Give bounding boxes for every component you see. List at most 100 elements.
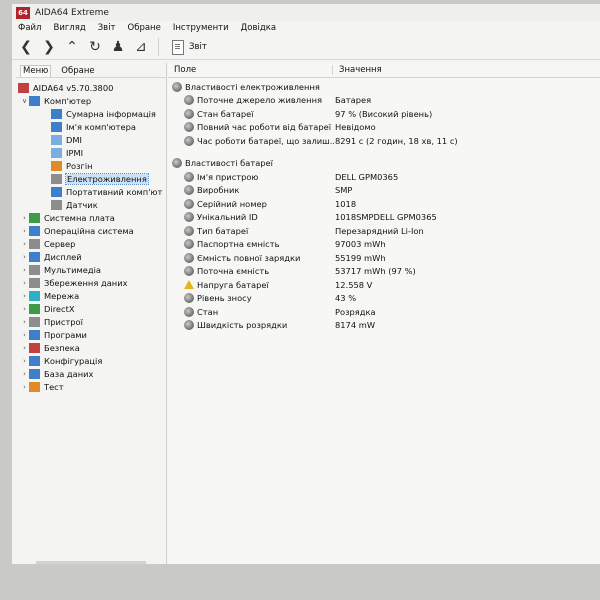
chevron-right-icon[interactable]: › [20,240,29,248]
chevron-right-icon[interactable]: › [20,344,29,352]
tree-item-label: Конфігурація [44,355,103,366]
tree-item-label: Електроживлення [65,172,149,185]
tree-item[interactable]: › Операційна система [16,224,166,237]
property-row[interactable]: Рівень зносу 43 % [168,292,600,306]
tree-item[interactable]: › Системна плата [16,211,166,224]
warning-icon [184,280,194,290]
menu-favorites[interactable]: Обране [128,23,161,33]
property-row[interactable]: Стан батареї 97 % (Високий рівень) [168,107,600,121]
chevron-right-icon[interactable]: › [20,331,29,339]
tree-item-label: Програми [44,329,87,340]
property-row[interactable]: Виробник SMP [168,184,600,198]
section-header[interactable]: Властивості електроживлення [168,80,600,94]
property-row[interactable]: Серійний номер 1018 [168,197,600,211]
menu-view[interactable]: Вигляд [53,23,85,33]
property-value: 1018 [335,198,357,209]
tree-item[interactable]: › Дисплей [16,250,166,263]
tree-item[interactable]: › Програми [16,328,166,341]
chevron-right-icon[interactable]: › [20,253,29,261]
chevron-right-icon[interactable]: › [20,279,29,287]
tree-item[interactable]: Ім'я комп'ютера [16,120,166,133]
navigation-tree: AIDA64 v5.70.3800 ∨ Комп'ютер Сумарна інфор… [16,78,166,393]
property-row[interactable]: Тип батареї Перезарядний Li-Ion [168,224,600,238]
tree-item[interactable]: Портативний комп'ют [16,185,166,198]
tab-menu[interactable]: Меню [20,65,52,77]
tree-item[interactable]: › Тест [16,380,166,393]
users-icon[interactable]: ♟ [110,39,126,55]
property-name: Тип батареї [197,225,249,236]
tree-node-icon [29,238,40,249]
property-row[interactable]: Поточна ємність 53717 mWh (97 %) [168,265,600,279]
column-field[interactable]: Поле [168,65,333,75]
chevron-right-icon[interactable]: › [20,266,29,274]
chevron-right-icon[interactable]: › [20,214,29,222]
power-property-icon [184,266,194,277]
property-value: SMP [335,185,353,196]
menu-file[interactable]: Файл [18,23,41,33]
power-property-icon [184,95,194,106]
column-value[interactable]: Значення [333,65,382,75]
tree-item[interactable]: › Пристрої [16,315,166,328]
tree-item[interactable]: AIDA64 v5.70.3800 [16,81,166,94]
menu-help[interactable]: Довідка [241,23,276,33]
tree-node-icon [51,186,62,197]
menu-report[interactable]: Звіт [98,23,116,33]
tree-item[interactable]: Розгін [16,159,166,172]
property-name: Повний час роботи від батареї [197,122,331,133]
property-row[interactable]: Поточне джерело живлення Батарея [168,94,600,108]
forward-icon[interactable]: ❯ [41,39,57,55]
property-row[interactable]: Повний час роботи від батареї Невідомо [168,121,600,135]
tree-item[interactable]: › Безпека [16,341,166,354]
property-row[interactable]: Швидкість розрядки 8174 mW [168,319,600,333]
property-row[interactable]: Унікальний ID 1018SMPDELL GPM0365 [168,211,600,225]
property-row[interactable]: Стан Розрядка [168,305,600,319]
tree-item[interactable]: ∨ Комп'ютер [16,94,166,107]
chevron-right-icon[interactable]: › [20,318,29,326]
up-icon[interactable]: ⌃ [64,39,80,55]
tree-item[interactable]: DMI [16,133,166,146]
tree-item[interactable]: Сумарна інформація [16,107,166,120]
tree-node-icon [29,290,40,301]
property-value: 53717 mWh (97 %) [335,266,416,277]
property-row[interactable]: Час роботи батареї, що залиш... 8291 с (2… [168,134,600,148]
property-field: Стан батареї [168,108,334,119]
property-row[interactable]: Напруга батареї 12.558 V [168,278,600,292]
menu-tools[interactable]: Інструменти [173,23,229,33]
property-field: Рівень зносу [168,293,334,304]
tree-item[interactable]: › Збереження даних [16,276,166,289]
chevron-down-icon[interactable]: ∨ [20,97,29,105]
property-row[interactable]: Ім'я пристрою DELL GPM0365 [168,170,600,184]
column-header: Поле Значення [168,63,600,78]
chevron-right-icon[interactable]: › [20,292,29,300]
tree-item[interactable]: Електроживлення [16,172,166,185]
tree-item[interactable]: › Сервер [16,237,166,250]
tree-item[interactable]: Датчик [16,198,166,211]
chevron-right-icon[interactable]: › [20,383,29,391]
property-name: Ім'я пристрою [197,171,259,182]
tree-item[interactable]: › Конфігурація [16,354,166,367]
power-property-icon [184,252,194,263]
tree-item-label: Сервер [44,238,76,249]
property-name: Паспортна ємність [197,239,280,250]
property-row[interactable]: Ємність повної зарядки 55199 mWh [168,251,600,265]
tree-item[interactable]: IPMI [16,146,166,159]
tree-item[interactable]: › Мережа [16,289,166,302]
tab-favorites[interactable]: Обране [59,66,96,77]
tree-item[interactable]: › DirectX [16,302,166,315]
chart-icon[interactable]: ⊿ [133,39,149,55]
tree-item[interactable]: › Мультимедіа [16,263,166,276]
report-button[interactable]: Звіт [168,39,211,55]
tree-node-icon [29,212,40,223]
chevron-right-icon[interactable]: › [20,227,29,235]
tree-node-icon [29,329,40,340]
details-pane: Поле Значення Властивості електроживленн… [168,63,600,564]
back-icon[interactable]: ❮ [18,39,34,55]
property-row[interactable]: Паспортна ємність 97003 mWh [168,238,600,252]
window-title: AIDA64 Extreme [35,7,109,18]
tree-item[interactable]: › База даних [16,367,166,380]
chevron-right-icon[interactable]: › [20,305,29,313]
refresh-icon[interactable]: ↻ [87,39,103,55]
chevron-right-icon[interactable]: › [20,370,29,378]
chevron-right-icon[interactable]: › [20,357,29,365]
section-header[interactable]: Властивості батареї [168,157,600,171]
